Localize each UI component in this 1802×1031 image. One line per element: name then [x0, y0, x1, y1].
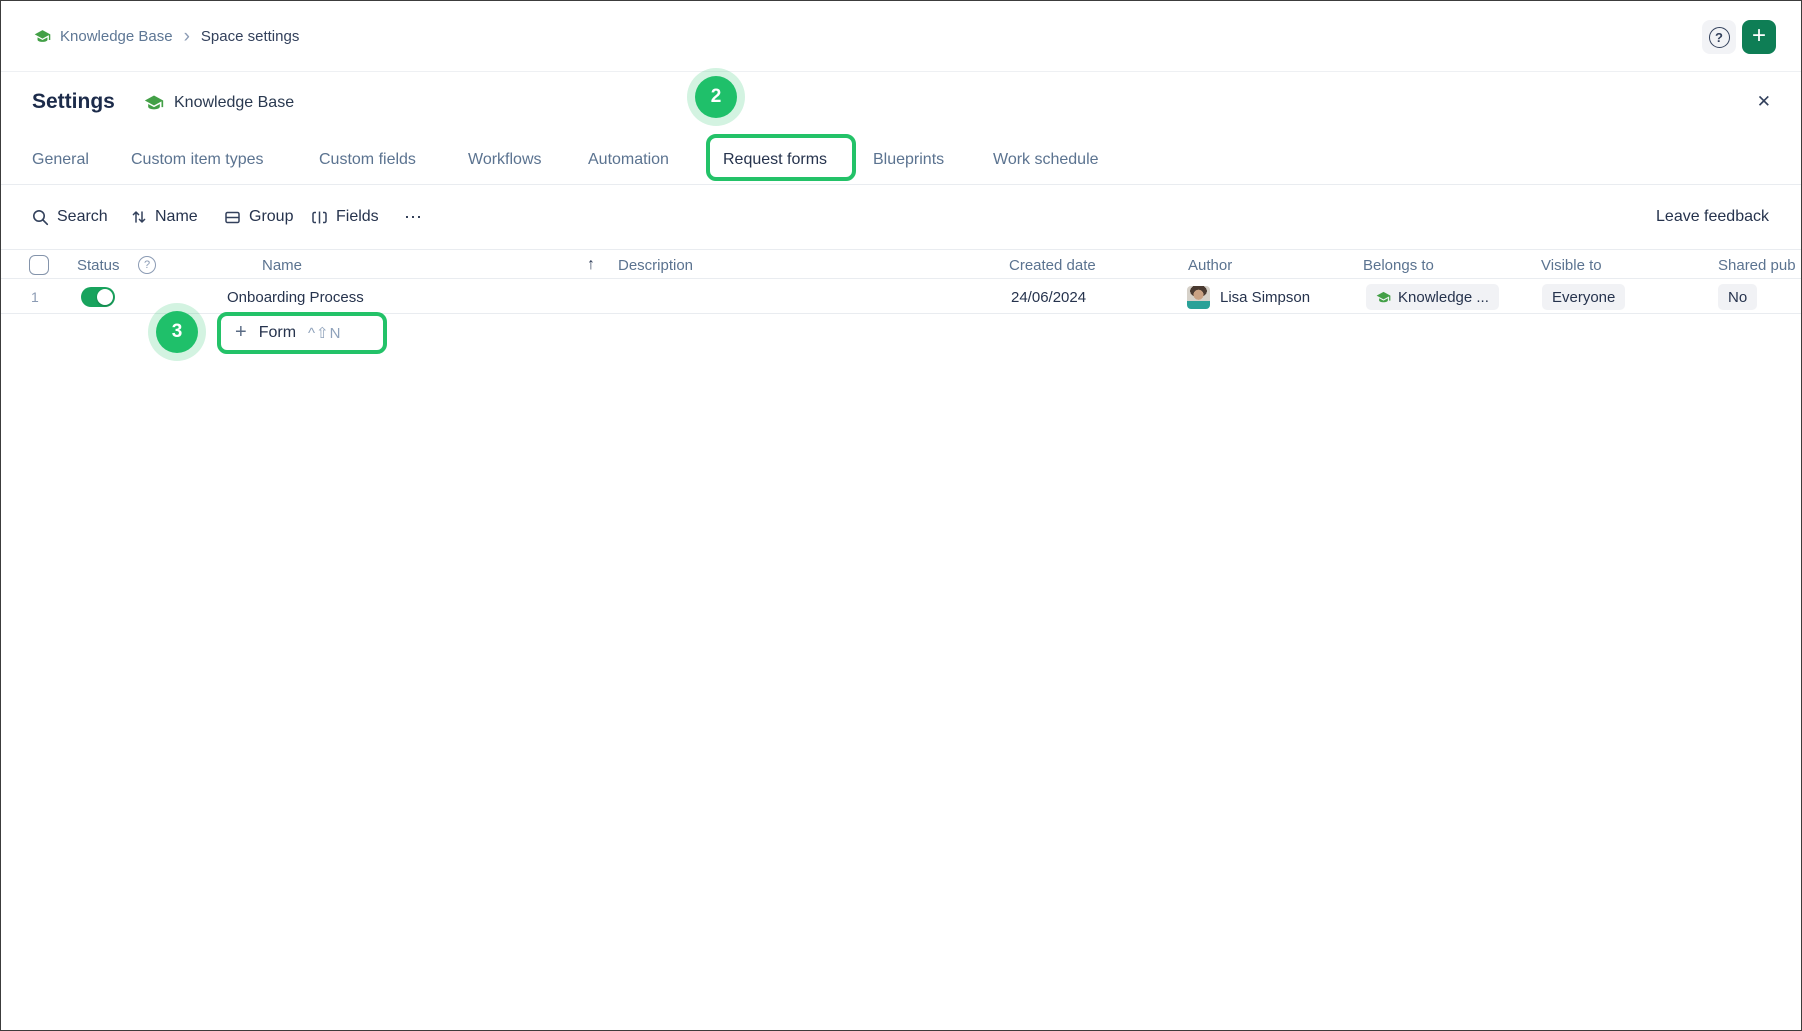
avatar — [1187, 286, 1210, 309]
breadcrumb-chevron-icon: › — [182, 27, 192, 46]
help-button[interactable]: ? — [1702, 20, 1736, 54]
keyboard-shortcut: ^⇧N — [308, 324, 341, 342]
question-mark-icon: ? — [138, 256, 156, 274]
breadcrumb: Knowledge Base › Space settings — [34, 1, 299, 72]
ellipsis-icon: ⋯ — [404, 207, 423, 228]
select-all-checkbox[interactable] — [29, 250, 49, 280]
belongs-to-label: Knowledge ... — [1398, 289, 1489, 306]
tab-custom-item-types[interactable]: Custom item types — [131, 135, 263, 185]
question-mark-icon: ? — [1709, 27, 1730, 48]
search-button[interactable]: Search — [32, 185, 108, 249]
tab-general[interactable]: General — [32, 135, 89, 185]
fields-columns-icon — [311, 209, 328, 226]
column-header-created-date[interactable]: Created date — [1009, 250, 1096, 280]
top-bar: Knowledge Base › Space settings ? + — [1, 1, 1801, 72]
annotation-step-badge-2: 2 — [687, 68, 745, 126]
table-header-row: Status ? Name ↑ Description Created date… — [1, 249, 1801, 279]
visible-to-cell: Everyone — [1542, 280, 1625, 314]
column-header-status[interactable]: Status — [77, 250, 120, 280]
toggle-on-icon — [81, 287, 115, 307]
shared-public-label: No — [1728, 289, 1747, 306]
plus-icon: + — [235, 322, 247, 342]
author-cell: Lisa Simpson — [1187, 280, 1310, 314]
form-name-cell[interactable]: Onboarding Process — [227, 280, 364, 314]
tab-blueprints[interactable]: Blueprints — [873, 135, 944, 185]
author-name: Lisa Simpson — [1220, 289, 1310, 306]
annotation-step-number: 2 — [695, 76, 737, 118]
search-label: Search — [57, 208, 108, 226]
more-options-button[interactable]: ⋯ — [404, 185, 423, 249]
tab-work-schedule[interactable]: Work schedule — [993, 135, 1099, 185]
column-header-author[interactable]: Author — [1188, 250, 1232, 280]
tab-automation[interactable]: Automation — [588, 135, 669, 185]
sort-ascending-icon[interactable]: ↑ — [587, 250, 595, 280]
group-icon — [224, 209, 241, 226]
belongs-to-badge[interactable]: Knowledge ... — [1366, 284, 1499, 310]
sort-label: Name — [155, 208, 198, 226]
settings-header: Settings Knowledge Base ✕ — [1, 72, 1801, 135]
column-header-visible-to[interactable]: Visible to — [1541, 250, 1602, 280]
breadcrumb-space-label: Knowledge Base — [60, 28, 173, 45]
sort-button[interactable]: Name — [131, 185, 198, 249]
plus-icon: + — [1752, 24, 1766, 48]
leave-feedback-button[interactable]: Leave feedback — [1656, 185, 1769, 249]
column-header-description[interactable]: Description — [618, 250, 693, 280]
tab-custom-fields[interactable]: Custom fields — [319, 135, 416, 185]
graduation-cap-icon — [34, 28, 51, 45]
add-form-label: Form — [259, 324, 296, 342]
topbar-actions: ? + — [1702, 20, 1776, 54]
visible-to-badge: Everyone — [1542, 284, 1625, 310]
graduation-cap-icon — [1376, 290, 1391, 305]
status-toggle[interactable] — [81, 280, 115, 314]
fields-button[interactable]: Fields — [311, 185, 379, 249]
space-settings-page: Knowledge Base › Space settings ? + Sett… — [0, 0, 1802, 1031]
shared-public-cell: No — [1718, 280, 1757, 314]
column-header-shared-public[interactable]: Shared pub — [1718, 250, 1796, 280]
checkbox-icon — [29, 255, 49, 275]
leave-feedback-label: Leave feedback — [1656, 208, 1769, 226]
table-row[interactable]: 1 Onboarding Process 24/06/2024 Lisa Sim… — [1, 280, 1801, 314]
tab-workflows[interactable]: Workflows — [468, 135, 542, 185]
shared-public-badge: No — [1718, 284, 1757, 310]
annotation-step-badge-3: 3 — [148, 303, 206, 361]
status-help-button[interactable]: ? — [138, 250, 156, 280]
group-label: Group — [249, 208, 293, 226]
list-toolbar: Search Name Group Fields ⋯ Leave feedbac… — [1, 185, 1801, 249]
tab-request-forms[interactable]: Request forms — [723, 135, 827, 185]
add-form-button[interactable]: + Form ^⇧N — [225, 318, 351, 348]
created-date-cell: 24/06/2024 — [1011, 280, 1086, 314]
close-icon[interactable]: ✕ — [1757, 92, 1771, 112]
fields-label: Fields — [336, 208, 379, 226]
add-button[interactable]: + — [1742, 20, 1776, 54]
settings-tabs: General Custom item types Custom fields … — [1, 135, 1801, 185]
group-button[interactable]: Group — [224, 185, 293, 249]
row-number: 1 — [31, 280, 39, 314]
graduation-cap-icon — [144, 93, 164, 113]
sort-arrows-icon — [131, 209, 147, 225]
space-name-label: Knowledge Base — [174, 94, 294, 112]
breadcrumb-current-page: Space settings — [201, 28, 299, 45]
column-header-name[interactable]: Name — [262, 250, 302, 280]
space-tag: Knowledge Base — [144, 93, 294, 113]
belongs-to-cell[interactable]: Knowledge ... — [1366, 280, 1499, 314]
breadcrumb-space-link[interactable]: Knowledge Base — [34, 28, 173, 45]
annotation-step-number: 3 — [156, 311, 198, 353]
column-header-belongs-to[interactable]: Belongs to — [1363, 250, 1434, 280]
visible-to-label: Everyone — [1552, 289, 1615, 306]
search-icon — [32, 209, 49, 226]
page-title: Settings — [32, 90, 115, 114]
